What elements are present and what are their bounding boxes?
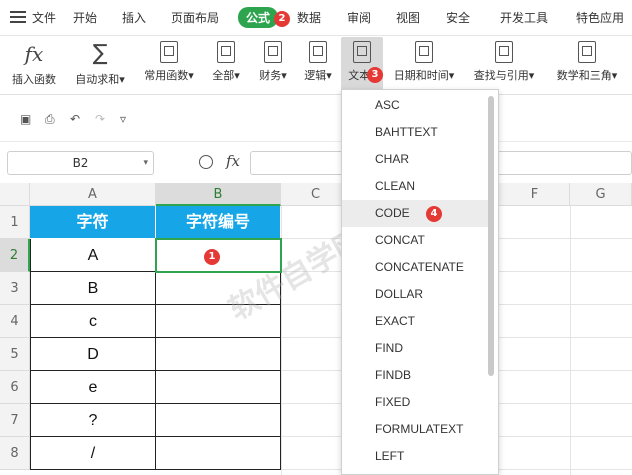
math-button[interactable]: 数学和三角▾ [549,37,625,93]
dropdown-item-find[interactable]: FIND [342,335,488,362]
menu-special[interactable]: 特色应用 [576,9,624,26]
menu-view[interactable]: 视图 [396,9,420,26]
column-header-a[interactable]: A [30,183,156,206]
menu-page-layout[interactable]: 页面布局 [171,9,219,26]
row-header-8[interactable]: 8 [0,437,30,470]
text-functions-button[interactable]: 文本▾ [341,37,383,93]
plus-book-icon [578,41,596,63]
menu-formula[interactable]: 公式 [238,7,279,28]
row-header-5[interactable]: 5 [0,338,30,371]
menu-insert[interactable]: 插入 [122,9,146,26]
cell-a3[interactable]: B [30,272,156,305]
spreadsheet-grid: A B C D E F G 1 2 3 4 5 6 7 8 字符 A B c D… [0,183,632,475]
menu-developer[interactable]: 开发工具 [500,9,548,26]
common-functions-button[interactable]: 常用函数▾ [138,37,200,93]
step-badge-1: 1 [204,249,220,265]
clock-book-icon [415,41,433,63]
cell-a5[interactable]: D [30,338,156,371]
yen-book-icon [264,41,282,63]
menu-home[interactable]: 开始 [73,9,97,26]
logic-button[interactable]: 逻辑▾ [297,37,339,93]
column-header-f[interactable]: F [500,183,570,206]
dropdown-item-bahttext[interactable]: BAHTTEXT [342,119,488,146]
question-book-icon [309,41,327,63]
cell-a1[interactable]: 字符 [30,206,156,239]
name-box[interactable]: B2 ▾ [7,151,154,175]
hamburger-icon[interactable] [10,9,26,25]
cell-b8[interactable] [156,437,281,470]
cell-a7[interactable]: ? [30,404,156,437]
cell-a2[interactable]: A [30,239,156,272]
dropdown-item-formulatext[interactable]: FORMULATEXT [342,416,488,443]
menu-data[interactable]: 数据 [297,9,321,26]
cell-b5[interactable] [156,338,281,371]
row-header-4[interactable]: 4 [0,305,30,338]
row-header-7[interactable]: 7 [0,404,30,437]
star-book-icon [160,41,178,63]
select-all-corner[interactable] [0,183,30,206]
cell-a8[interactable]: / [30,437,156,470]
menu-bar: 文件 开始 插入 页面布局 公式 数据 审阅 视图 安全 开发工具 特色应用 2 [0,0,632,36]
dropdown-item-concat[interactable]: CONCAT [342,227,488,254]
row-header-1[interactable]: 1 [0,206,30,239]
cell-b3[interactable] [156,272,281,305]
column-header-b[interactable]: B [156,183,281,206]
search-book-icon [495,41,513,63]
dropdown-item-concatenate[interactable]: CONCATENATE [342,254,488,281]
insert-function-button[interactable]: fx 插入函数 [4,37,64,93]
row-header-3[interactable]: 3 [0,272,30,305]
dropdown-item-exact[interactable]: EXACT [342,308,488,335]
dropdown-scrollbar[interactable] [488,96,494,376]
dropdown-item-findb[interactable]: FINDB [342,362,488,389]
dropdown-item-char[interactable]: CHAR [342,146,488,173]
formula-bar: B2 ▾ fx [0,143,632,183]
dropdown-item-fixed[interactable]: FIXED [342,389,488,416]
cell-b4[interactable] [156,305,281,338]
datetime-button[interactable]: 日期和时间▾ [388,37,460,93]
menu-review[interactable]: 审阅 [347,9,371,26]
cell-a4[interactable]: c [30,305,156,338]
redo-icon[interactable]: ↷ [95,112,105,126]
dropdown-item-left[interactable]: LEFT [342,443,488,470]
print-preview-icon[interactable]: ⎙ [45,112,55,127]
row-header-6[interactable]: 6 [0,371,30,404]
zoom-icon[interactable] [199,155,213,169]
sigma-icon: ∑ [92,41,108,66]
formula-ribbon: fx 插入函数 ∑ 自动求和▾ 常用函数▾ 全部▾ 财务▾ 逻辑▾ 文本▾ 日期… [0,37,632,95]
fx-book-icon [217,41,235,63]
quick-access-toolbar: ▣ ⎙ ↶ ↷ ▿ [0,96,632,142]
lookup-button[interactable]: 查找与引用▾ [468,37,540,93]
undo-icon[interactable]: ↶ [70,112,80,126]
step-badge-4: 4 [426,206,442,222]
save-icon[interactable]: ▣ [20,112,31,126]
cell-a6[interactable]: e [30,371,156,404]
all-functions-button[interactable]: 全部▾ [205,37,247,93]
customize-icon[interactable]: ▿ [120,112,126,126]
cell-b1[interactable]: 字符编号 [156,206,281,239]
fx-icon: fx [24,42,44,66]
step-badge-2: 2 [274,11,290,27]
dropdown-item-asc[interactable]: ASC [342,92,488,119]
row-header-2[interactable]: 2 [0,239,30,272]
finance-button[interactable]: 财务▾ [252,37,294,93]
menu-file[interactable]: 文件 [32,9,56,26]
dropdown-item-dollar[interactable]: DOLLAR [342,281,488,308]
dropdown-item-clean[interactable]: CLEAN [342,173,488,200]
dropdown-item-code[interactable]: CODE [342,200,488,227]
cell-b6[interactable] [156,371,281,404]
fx-label[interactable]: fx [226,152,240,170]
cell-b7[interactable] [156,404,281,437]
autosum-button[interactable]: ∑ 自动求和▾ [68,37,132,93]
column-header-g[interactable]: G [570,183,632,206]
menu-security[interactable]: 安全 [446,9,470,26]
gridline [570,206,571,475]
step-badge-3: 3 [367,67,383,83]
text-functions-dropdown: ASC BAHTTEXT CHAR CLEAN CODE CONCAT CONC… [341,89,499,475]
text-book-icon [353,41,371,63]
chevron-down-icon: ▾ [143,158,148,168]
